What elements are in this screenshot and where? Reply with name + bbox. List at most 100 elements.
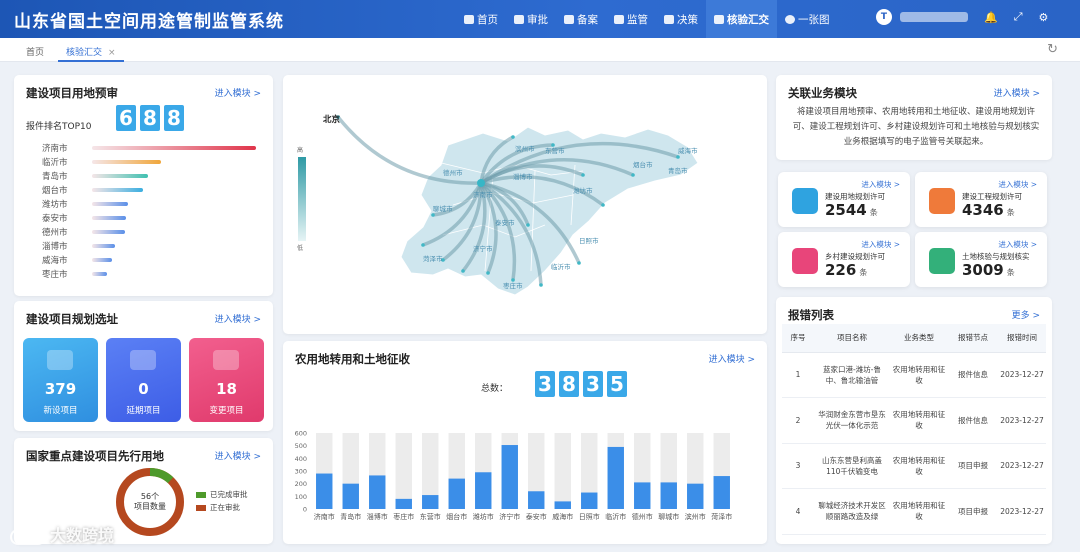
bar[interactable] [475, 472, 492, 509]
refresh-icon[interactable]: ↻ [1047, 42, 1058, 57]
city-dot [631, 173, 635, 177]
map-city-label: 青岛市 [668, 167, 688, 175]
bell-icon[interactable]: 🔔 [984, 11, 998, 24]
bar[interactable] [342, 483, 359, 509]
scale-high-label: 高 [297, 147, 304, 154]
settings-icon[interactable]: ⚙ [1039, 11, 1049, 24]
table-row[interactable]: 2 华润财金东营市垦东光伏一体化示范 农用地转用和征收 报件信息 2023-12… [782, 397, 1046, 444]
error-list-more-link[interactable]: 更多 > [1012, 308, 1040, 321]
city-dot [511, 135, 515, 139]
rank-row: 青岛市 [42, 170, 148, 182]
module-count: 226 条 [825, 261, 868, 279]
nav-approval[interactable]: 审批 [506, 0, 556, 38]
table-row[interactable]: 4 聊城经济技术开发区顺丽路改造及绿 农用地转用和征收 项目申报 2023-12… [782, 488, 1046, 535]
map-card: 北京 高 低 济南市 青岛市 淄博市 枣庄市 东营市 烟台市 潍坊市 济宁市 泰安市 威海市 日照市… [283, 75, 767, 334]
nav-home[interactable]: 首页 [456, 0, 506, 38]
tab-bar: 首页 核验汇交 × ↻ [0, 38, 1080, 62]
col-node: 报错节点 [948, 324, 998, 353]
rank-bar [92, 216, 127, 220]
module-card-land-verification[interactable]: 进入模块 > 土地核验与规划核实 3009 条 [915, 232, 1047, 287]
rank-bar [92, 188, 143, 192]
tab-home[interactable]: 首页 [18, 43, 52, 60]
count-digit: 3 [535, 371, 555, 397]
table-row[interactable]: 1 蓝家口港-潍坊-鲁中、鲁北输油管 农用地转用和征收 报件信息 2023-12… [782, 352, 1046, 398]
module-card-land-use-permit[interactable]: 进入模块 > 建设用地规划许可 2544 条 [778, 172, 910, 227]
preview-rank-title: 报件排名TOP10 [26, 122, 92, 132]
avatar[interactable]: T [876, 9, 892, 25]
watermark: 大数跨境 [10, 522, 114, 546]
y-tick-label: 400 [295, 455, 307, 463]
x-tick-label: 济宁市 [499, 512, 520, 521]
rank-bar [92, 244, 115, 248]
map-city-label: 临沂市 [551, 263, 571, 271]
y-tick-label: 300 [295, 468, 307, 476]
top-bar: 山东省国土空间用途管制监管系统 首页 审批 备案 监管 决策 核验汇交 一张图 … [0, 0, 1080, 38]
bar[interactable] [660, 482, 677, 509]
nav-record[interactable]: 备案 [556, 0, 606, 38]
bar[interactable] [395, 498, 412, 509]
bar[interactable] [422, 495, 439, 509]
map-city-label: 日照市 [579, 237, 599, 245]
close-icon[interactable]: × [108, 48, 116, 58]
planning-enter-link[interactable]: 进入模块 > [215, 312, 261, 325]
module-enter-link[interactable]: 进入模块 > [861, 239, 900, 250]
module-enter-link[interactable]: 进入模块 > [998, 179, 1037, 190]
fullscreen-icon[interactable]: ⤢ [1014, 10, 1023, 24]
database-icon [714, 14, 724, 24]
bar[interactable] [634, 482, 651, 509]
table-row[interactable]: 3 山东东营垦利高盖110千伏输变电 农用地转用和征收 项目申报 2023-12… [782, 443, 1046, 489]
record-icon [564, 14, 574, 24]
bar[interactable] [581, 492, 598, 509]
map-city-label: 淄博市 [513, 173, 533, 181]
nav-supervision[interactable]: 监管 [606, 0, 656, 38]
calendar-icon [130, 350, 156, 370]
bar[interactable] [316, 473, 333, 509]
nav-onemap[interactable]: 一张图 [777, 0, 838, 38]
preview-enter-link[interactable]: 进入模块 > [215, 86, 261, 99]
nav-decision[interactable]: 决策 [656, 0, 706, 38]
bar[interactable] [448, 478, 465, 509]
bar[interactable] [607, 446, 624, 509]
rank-row: 烟台市 [42, 184, 143, 196]
x-tick-label: 临沂市 [605, 512, 626, 521]
bar[interactable] [528, 491, 545, 509]
bar[interactable] [501, 445, 518, 509]
map-city-label: 威海市 [678, 147, 698, 155]
tab-verify[interactable]: 核验汇交 × [58, 43, 124, 62]
nav-verify[interactable]: 核验汇交 [706, 0, 777, 38]
shield-icon [614, 14, 624, 24]
rank-row: 临沂市 [42, 156, 161, 168]
stat-new-projects[interactable]: 379 新设项目 [23, 338, 98, 422]
col-time: 报错时间 [998, 324, 1046, 353]
bar[interactable] [554, 501, 571, 509]
rank-row: 威海市 [42, 254, 112, 266]
rank-city: 烟台市 [42, 186, 68, 196]
farmland-enter-link[interactable]: 进入模块 > [709, 352, 755, 365]
bar[interactable] [687, 483, 704, 509]
priority-enter-link[interactable]: 进入模块 > [215, 449, 261, 462]
edit-icon [213, 350, 239, 370]
rank-city: 潍坊市 [42, 200, 68, 210]
bar[interactable] [713, 476, 730, 509]
bar[interactable] [369, 475, 386, 509]
map-city-label: 菏泽市 [423, 255, 443, 263]
city-dot [601, 203, 605, 207]
main-nav: 首页 审批 备案 监管 决策 核验汇交 一张图 [456, 0, 838, 38]
rank-city: 临沂市 [42, 158, 68, 168]
worker-icon [929, 188, 955, 214]
bar-background [395, 433, 412, 509]
module-enter-link[interactable]: 进入模块 > [998, 239, 1037, 250]
x-tick-label: 泰安市 [526, 512, 547, 521]
module-card-rural-permit[interactable]: 进入模块 > 乡村建设规划许可 226 条 [778, 232, 910, 287]
stat-changed-projects[interactable]: 18 变更项目 [189, 338, 264, 422]
x-tick-label: 潍坊市 [473, 512, 494, 521]
stat-extended-projects[interactable]: 0 延期项目 [106, 338, 181, 422]
related-card: 关联业务模块 进入模块 > 将建设项目用地预审、农用地转用和土地征收、建设用地规… [776, 75, 1052, 160]
module-enter-link[interactable]: 进入模块 > [861, 179, 900, 190]
map-city-label: 济宁市 [473, 245, 493, 253]
related-enter-link[interactable]: 进入模块 > [994, 86, 1040, 99]
module-card-engineering-permit[interactable]: 进入模块 > 建设工程规划许可 4346 条 [915, 172, 1047, 227]
city-dot [539, 283, 543, 287]
error-table: 序号 项目名称 业务类型 报错节点 报错时间 1 蓝家口港-潍坊-鲁中、鲁北输油… [782, 324, 1046, 535]
rank-row: 淄博市 [42, 240, 115, 252]
